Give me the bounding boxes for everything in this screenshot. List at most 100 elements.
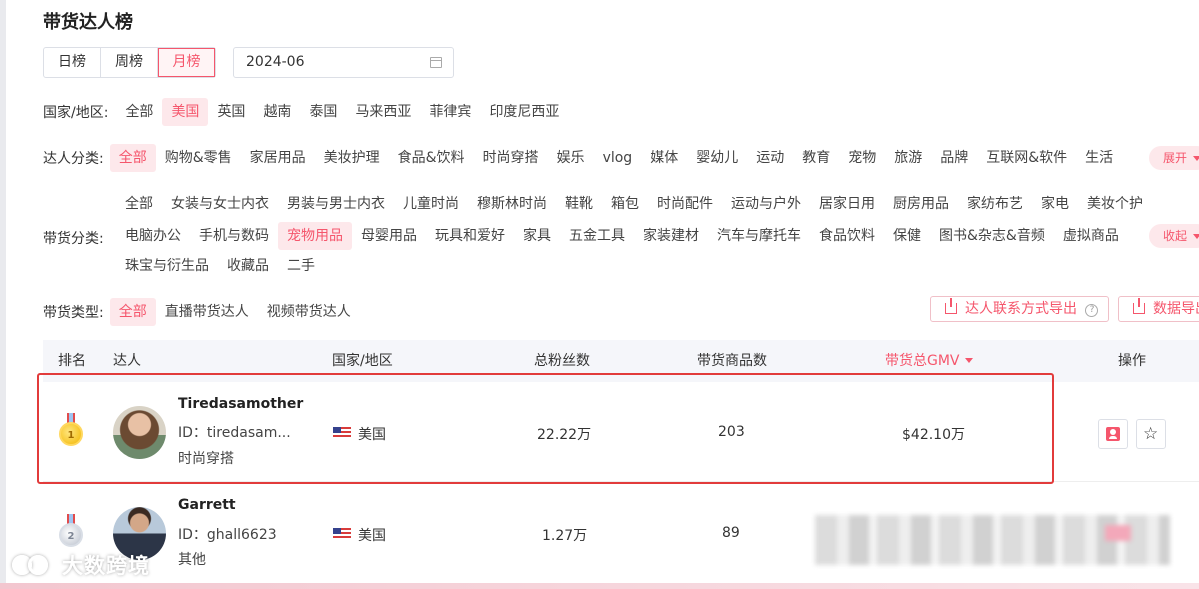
influencer-category-beauty[interactable]: 美妆护理 — [315, 144, 389, 172]
influencer-category-home[interactable]: 家居用品 — [241, 144, 315, 172]
goods-option[interactable]: 二手 — [278, 252, 324, 280]
goods-option[interactable]: 女装与女士内衣 — [162, 190, 278, 218]
goods-option[interactable]: 手机与数码 — [190, 222, 278, 250]
avatar[interactable] — [113, 406, 166, 459]
left-scroll-edge — [0, 0, 6, 589]
country-option-vietnam[interactable]: 越南 — [254, 98, 300, 126]
influencer-category-internet[interactable]: 互联网&软件 — [977, 144, 1076, 172]
influencer-category-food[interactable]: 食品&饮料 — [389, 144, 474, 172]
sales-type-live[interactable]: 直播带货达人 — [156, 298, 258, 326]
influencer-category-filter: 达人分类: 全部 购物&零售 家居用品 美妆护理 食品&饮料 时尚穿搭 娱乐 v… — [43, 144, 1199, 172]
influencer-category-pets[interactable]: 宠物 — [839, 144, 885, 172]
influencer-name[interactable]: Tiredasamother — [178, 396, 303, 412]
country-option-indonesia[interactable]: 印度尼西亚 — [480, 98, 568, 126]
table-row[interactable]: 1 Tiredasamother ID：tiredasam... 时尚穿搭 美国… — [43, 382, 1199, 482]
influencer-name[interactable]: Garrett — [178, 497, 236, 513]
goods-option[interactable]: 汽车与摩托车 — [708, 222, 810, 250]
calendar-icon — [430, 57, 442, 68]
bottom-strip — [0, 583, 1199, 589]
tab-weekly[interactable]: 周榜 — [101, 48, 158, 77]
country-filter-label: 国家/地区: — [43, 105, 109, 121]
country-option-thailand[interactable]: 泰国 — [300, 98, 346, 126]
goods-option[interactable]: 玩具和爱好 — [426, 222, 514, 250]
star-icon: ☆ — [1143, 424, 1159, 444]
influencer-category-entertainment[interactable]: 娱乐 — [548, 144, 594, 172]
country-option-philippines[interactable]: 菲律宾 — [420, 98, 480, 126]
goods-option[interactable]: 厨房用品 — [884, 190, 958, 218]
goods-option[interactable]: 居家日用 — [810, 190, 884, 218]
collapse-toggle[interactable]: 收起 — [1148, 224, 1199, 248]
help-icon[interactable]: ? — [1085, 304, 1099, 317]
sales-type-video[interactable]: 视频带货达人 — [258, 298, 360, 326]
data-export-button[interactable]: 数据导出 — [1118, 296, 1199, 322]
goods-option[interactable]: 箱包 — [602, 190, 648, 218]
country-option-us[interactable]: 美国 — [162, 98, 209, 126]
country-value: 美国 — [358, 427, 386, 443]
country-option-malaysia[interactable]: 马来西亚 — [346, 98, 420, 126]
page-title: 带货达人榜 — [43, 12, 133, 33]
country-option-all[interactable]: 全部 — [116, 98, 162, 126]
influencer-category-vlog[interactable]: vlog — [594, 144, 642, 172]
header-products[interactable]: 带货商品数 — [697, 340, 767, 382]
gmv-value: $42.10万 — [902, 427, 965, 443]
goods-option[interactable]: 鞋靴 — [556, 190, 602, 218]
chevron-down-icon — [1193, 234, 1199, 239]
favorite-button[interactable]: ☆ — [1136, 419, 1166, 449]
goods-option[interactable]: 电脑办公 — [116, 222, 190, 250]
influencer-category-life[interactable]: 生活 — [1076, 144, 1122, 172]
collapse-toggle-label: 收起 — [1162, 229, 1187, 243]
goods-option[interactable]: 时尚配件 — [648, 190, 722, 218]
influencer-category-brand[interactable]: 品牌 — [931, 144, 977, 172]
goods-option[interactable]: 收藏品 — [218, 252, 278, 280]
influencer-category-sports[interactable]: 运动 — [747, 144, 793, 172]
sales-type-label: 带货类型: — [43, 305, 104, 321]
month-picker[interactable]: 2024-06 — [233, 47, 454, 78]
goods-option[interactable]: 食品饮料 — [810, 222, 884, 250]
goods-option[interactable]: 穆斯林时尚 — [468, 190, 556, 218]
goods-option[interactable]: 家具 — [514, 222, 560, 250]
goods-option[interactable]: 保健 — [884, 222, 930, 250]
header-gmv[interactable]: 带货总GMV — [885, 340, 973, 382]
products-value: 89 — [722, 525, 740, 541]
period-tabs: 日榜 周榜 月榜 — [43, 47, 216, 78]
goods-option[interactable]: 家电 — [1032, 190, 1078, 218]
us-flag-icon — [333, 528, 351, 540]
influencer-category-travel[interactable]: 旅游 — [885, 144, 931, 172]
silver-medal-icon: 2 — [58, 514, 84, 554]
goods-option[interactable]: 珠宝与衍生品 — [116, 252, 218, 280]
header-followers[interactable]: 总粉丝数 — [534, 340, 590, 382]
tab-daily[interactable]: 日榜 — [44, 48, 101, 77]
influencer-category-fashion[interactable]: 时尚穿搭 — [474, 144, 548, 172]
influencer-category-label: 达人分类: — [43, 151, 104, 167]
country-option-uk[interactable]: 英国 — [208, 98, 254, 126]
header-actions: 操作 — [1118, 353, 1146, 369]
sales-type-all[interactable]: 全部 — [109, 298, 156, 326]
data-export-label: 数据导出 — [1153, 301, 1199, 317]
followers-value: 1.27万 — [542, 528, 588, 544]
influencer-category-baby[interactable]: 婴幼儿 — [687, 144, 747, 172]
goods-option-pet-supplies[interactable]: 宠物用品 — [278, 222, 352, 250]
goods-option[interactable]: 母婴用品 — [352, 222, 426, 250]
contact-export-button[interactable]: 达人联系方式导出 ? — [930, 296, 1110, 322]
contact-button[interactable] — [1098, 419, 1128, 449]
goods-option[interactable]: 运动与户外 — [722, 190, 810, 218]
goods-option[interactable]: 儿童时尚 — [394, 190, 468, 218]
goods-option[interactable]: 虚拟商品 — [1054, 222, 1128, 250]
header-rank: 排名 — [58, 353, 86, 369]
goods-option[interactable]: 家纺布艺 — [958, 190, 1032, 218]
goods-option[interactable]: 图书&杂志&音频 — [930, 222, 1054, 250]
influencer-category-education[interactable]: 教育 — [793, 144, 839, 172]
goods-option[interactable]: 五金工具 — [560, 222, 634, 250]
tab-monthly[interactable]: 月榜 — [158, 48, 215, 77]
influencer-category-shopping[interactable]: 购物&零售 — [156, 144, 241, 172]
goods-option[interactable]: 男装与男士内衣 — [278, 190, 394, 218]
goods-option[interactable]: 家装建材 — [634, 222, 708, 250]
influencer-category-all[interactable]: 全部 — [109, 144, 156, 172]
goods-option[interactable]: 美妆个护 — [1078, 190, 1152, 218]
expand-toggle[interactable]: 展开 — [1148, 146, 1199, 170]
chevron-down-icon — [1193, 156, 1199, 161]
header-country[interactable]: 国家/地区 — [332, 340, 393, 382]
influencer-category: 时尚穿搭 — [178, 451, 234, 467]
goods-option[interactable]: 全部 — [116, 190, 162, 218]
influencer-category-media[interactable]: 媒体 — [641, 144, 687, 172]
